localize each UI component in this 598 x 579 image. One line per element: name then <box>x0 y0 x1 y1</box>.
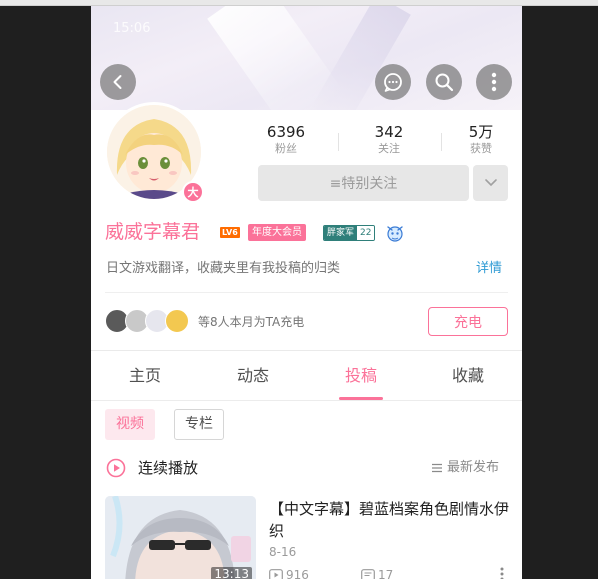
video-title[interactable]: 【中文字幕】碧蓝档案角色剧情水伊织 <box>269 498 509 542</box>
fan-medal-name: 胖家军 <box>324 226 358 240</box>
profile-name: 威威字幕君 <box>105 221 201 243</box>
divider <box>105 292 508 293</box>
sort-label: 最新发布 <box>447 460 500 475</box>
charger-avatar <box>165 309 189 333</box>
status-time: 15:06 <box>113 21 151 36</box>
chat-bubble-icon <box>384 73 402 92</box>
video-play-count: 916 <box>286 568 309 579</box>
fan-medal[interactable]: 胖家军 22 <box>323 225 376 241</box>
stat-fans-label: 粉丝 <box>275 142 297 155</box>
detail-link[interactable]: 详情 <box>476 260 502 278</box>
vip-badge[interactable]: 年度大会员 <box>248 224 306 241</box>
danmaku-count-icon <box>361 569 375 579</box>
profile-banner: 15:06 <box>91 6 522 110</box>
video-thumbnail[interactable]: 13:13 <box>105 496 256 579</box>
chevron-down-icon <box>484 179 497 187</box>
video-more-icon[interactable] <box>496 567 508 579</box>
profile-screen: 15:06 大 6396 粉丝 342 关注 5万 获赞 ≡特别关注 威威字幕君… <box>91 6 522 579</box>
avatar-vip-badge: 大 <box>182 181 204 203</box>
level-badge: LV6 <box>220 227 240 238</box>
video-danmaku: 17 <box>361 567 393 579</box>
stat-fans-value: 6396 <box>266 123 306 141</box>
stat-following-value: 342 <box>374 123 404 141</box>
video-danmaku-count: 17 <box>378 568 394 579</box>
video-duration: 13:13 <box>211 567 252 579</box>
charge-button[interactable]: 充电 <box>428 307 508 336</box>
subtab-articles[interactable]: 专栏 <box>174 409 224 440</box>
stat-divider <box>338 133 339 151</box>
stat-following-label: 关注 <box>378 142 400 155</box>
profile-tabs: 主页 动态 投稿 收藏 <box>91 351 522 401</box>
stat-likes-label: 获赞 <box>470 142 492 155</box>
pendant-icon[interactable] <box>383 221 407 245</box>
follow-dropdown-button[interactable] <box>473 165 508 201</box>
stats-row: 6396 粉丝 342 关注 5万 获赞 <box>246 123 522 163</box>
list-icon <box>432 463 442 473</box>
play-circle-icon[interactable] <box>106 458 126 478</box>
back-button[interactable] <box>100 64 136 100</box>
more-button[interactable] <box>476 64 512 100</box>
active-tab-indicator <box>339 397 383 400</box>
charge-summary: 等8人本月为TA充电 <box>198 315 305 329</box>
search-button[interactable] <box>426 64 462 100</box>
tab-uploads[interactable]: 投稿 <box>307 365 415 387</box>
message-button[interactable] <box>375 64 411 100</box>
stat-likes[interactable]: 5万 获赞 <box>441 123 521 157</box>
profile-signature: 日文游戏翻译，收藏夹里有我投稿的归类 <box>106 261 341 276</box>
continuous-play-label[interactable]: 连续播放 <box>138 457 198 479</box>
chevron-left-icon <box>113 75 122 89</box>
avatar-container[interactable]: 大 <box>104 102 208 206</box>
search-icon <box>435 73 454 92</box>
tab-favorites[interactable]: 收藏 <box>414 365 522 387</box>
play-count-icon <box>269 569 283 579</box>
sort-selector[interactable]: 最新发布 <box>431 459 499 477</box>
special-follow-button[interactable]: ≡特别关注 <box>258 165 469 201</box>
fan-medal-level: 22 <box>357 226 375 240</box>
stat-following[interactable]: 342 关注 <box>349 123 429 157</box>
tab-dynamics[interactable]: 动态 <box>199 365 307 387</box>
video-plays: 916 <box>269 567 309 579</box>
tab-home[interactable]: 主页 <box>91 365 199 387</box>
vertical-dots-icon <box>491 72 497 92</box>
stat-fans[interactable]: 6396 粉丝 <box>246 123 326 157</box>
video-date: 8-16 <box>269 545 297 559</box>
subtab-videos[interactable]: 视频 <box>105 409 155 440</box>
charger-avatars[interactable] <box>105 309 195 335</box>
stat-likes-value: 5万 <box>468 123 494 141</box>
